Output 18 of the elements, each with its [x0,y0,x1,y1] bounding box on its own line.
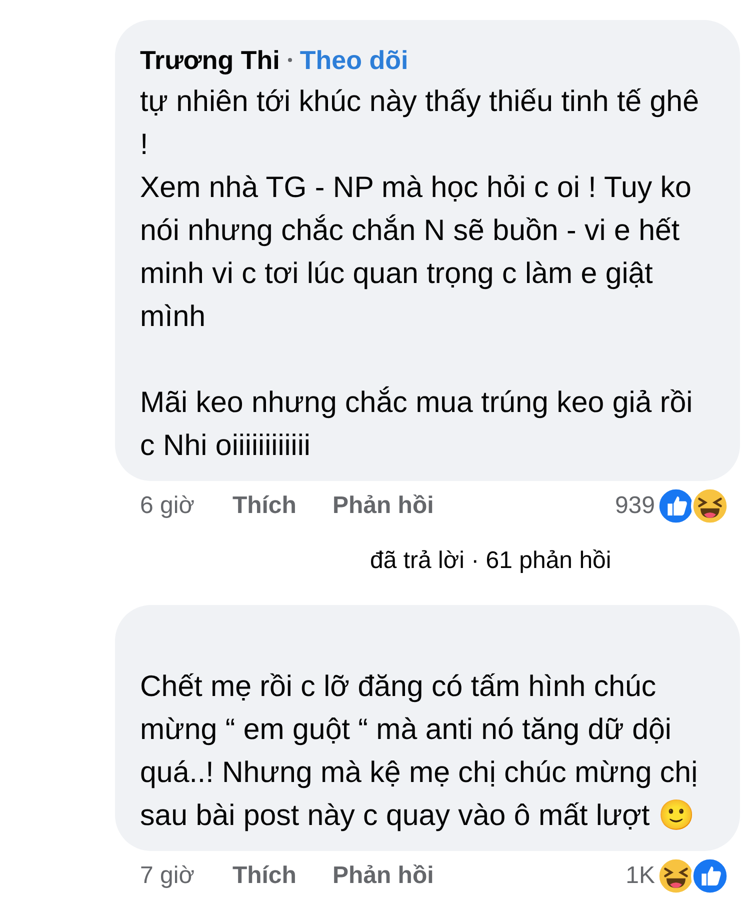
reaction-count: 939 [614,492,655,520]
like-reaction-icon [691,857,729,895]
separator-dot [288,58,292,62]
like-link[interactable]: Thích [232,862,296,890]
laughing-reaction-icon [691,487,729,525]
reply-link[interactable]: Phản hồi [332,862,434,890]
comment-time: 6 giờ [140,492,194,520]
laughing-reaction-icon [657,857,695,895]
like-link[interactable]: Thích [232,492,296,520]
replies-summary[interactable]: đã trả lời · 61 phản hồi [370,547,612,574]
reply-link[interactable]: Phản hồi [332,492,434,520]
comment-time: 7 giờ [140,862,194,890]
author-name[interactable]: Trương Thi [140,44,280,76]
follow-link[interactable]: Theo dõi [300,44,408,76]
like-reaction-icon [657,487,695,525]
reaction-count: 1K [626,862,655,890]
comment-text: Chết mẹ rồi c lỡ đăng có tấm hình chúc mừng “ em guột “ mà anti nó tăng dữ dội quá..! Nhưng mà kệ mẹ chị chúc mừng chị sau bài post này c quay vào ô mất lượt 🙂 [140,669,699,834]
comment-text: tự nhiên tới khúc này thấy thiếu tinh tế ghê ! Xem nhà TG - NP mà học hỏi c oi ! Tuy ko nói nhưng chắc chắn N sẽ buồn - vi e hết minh vi c tơi lúc quan trọng c làm e giật mình Mãi keo nhưng chắc mua trúng keo giả rồi c Nhi oiiiiiiiiiiii [140,84,700,464]
